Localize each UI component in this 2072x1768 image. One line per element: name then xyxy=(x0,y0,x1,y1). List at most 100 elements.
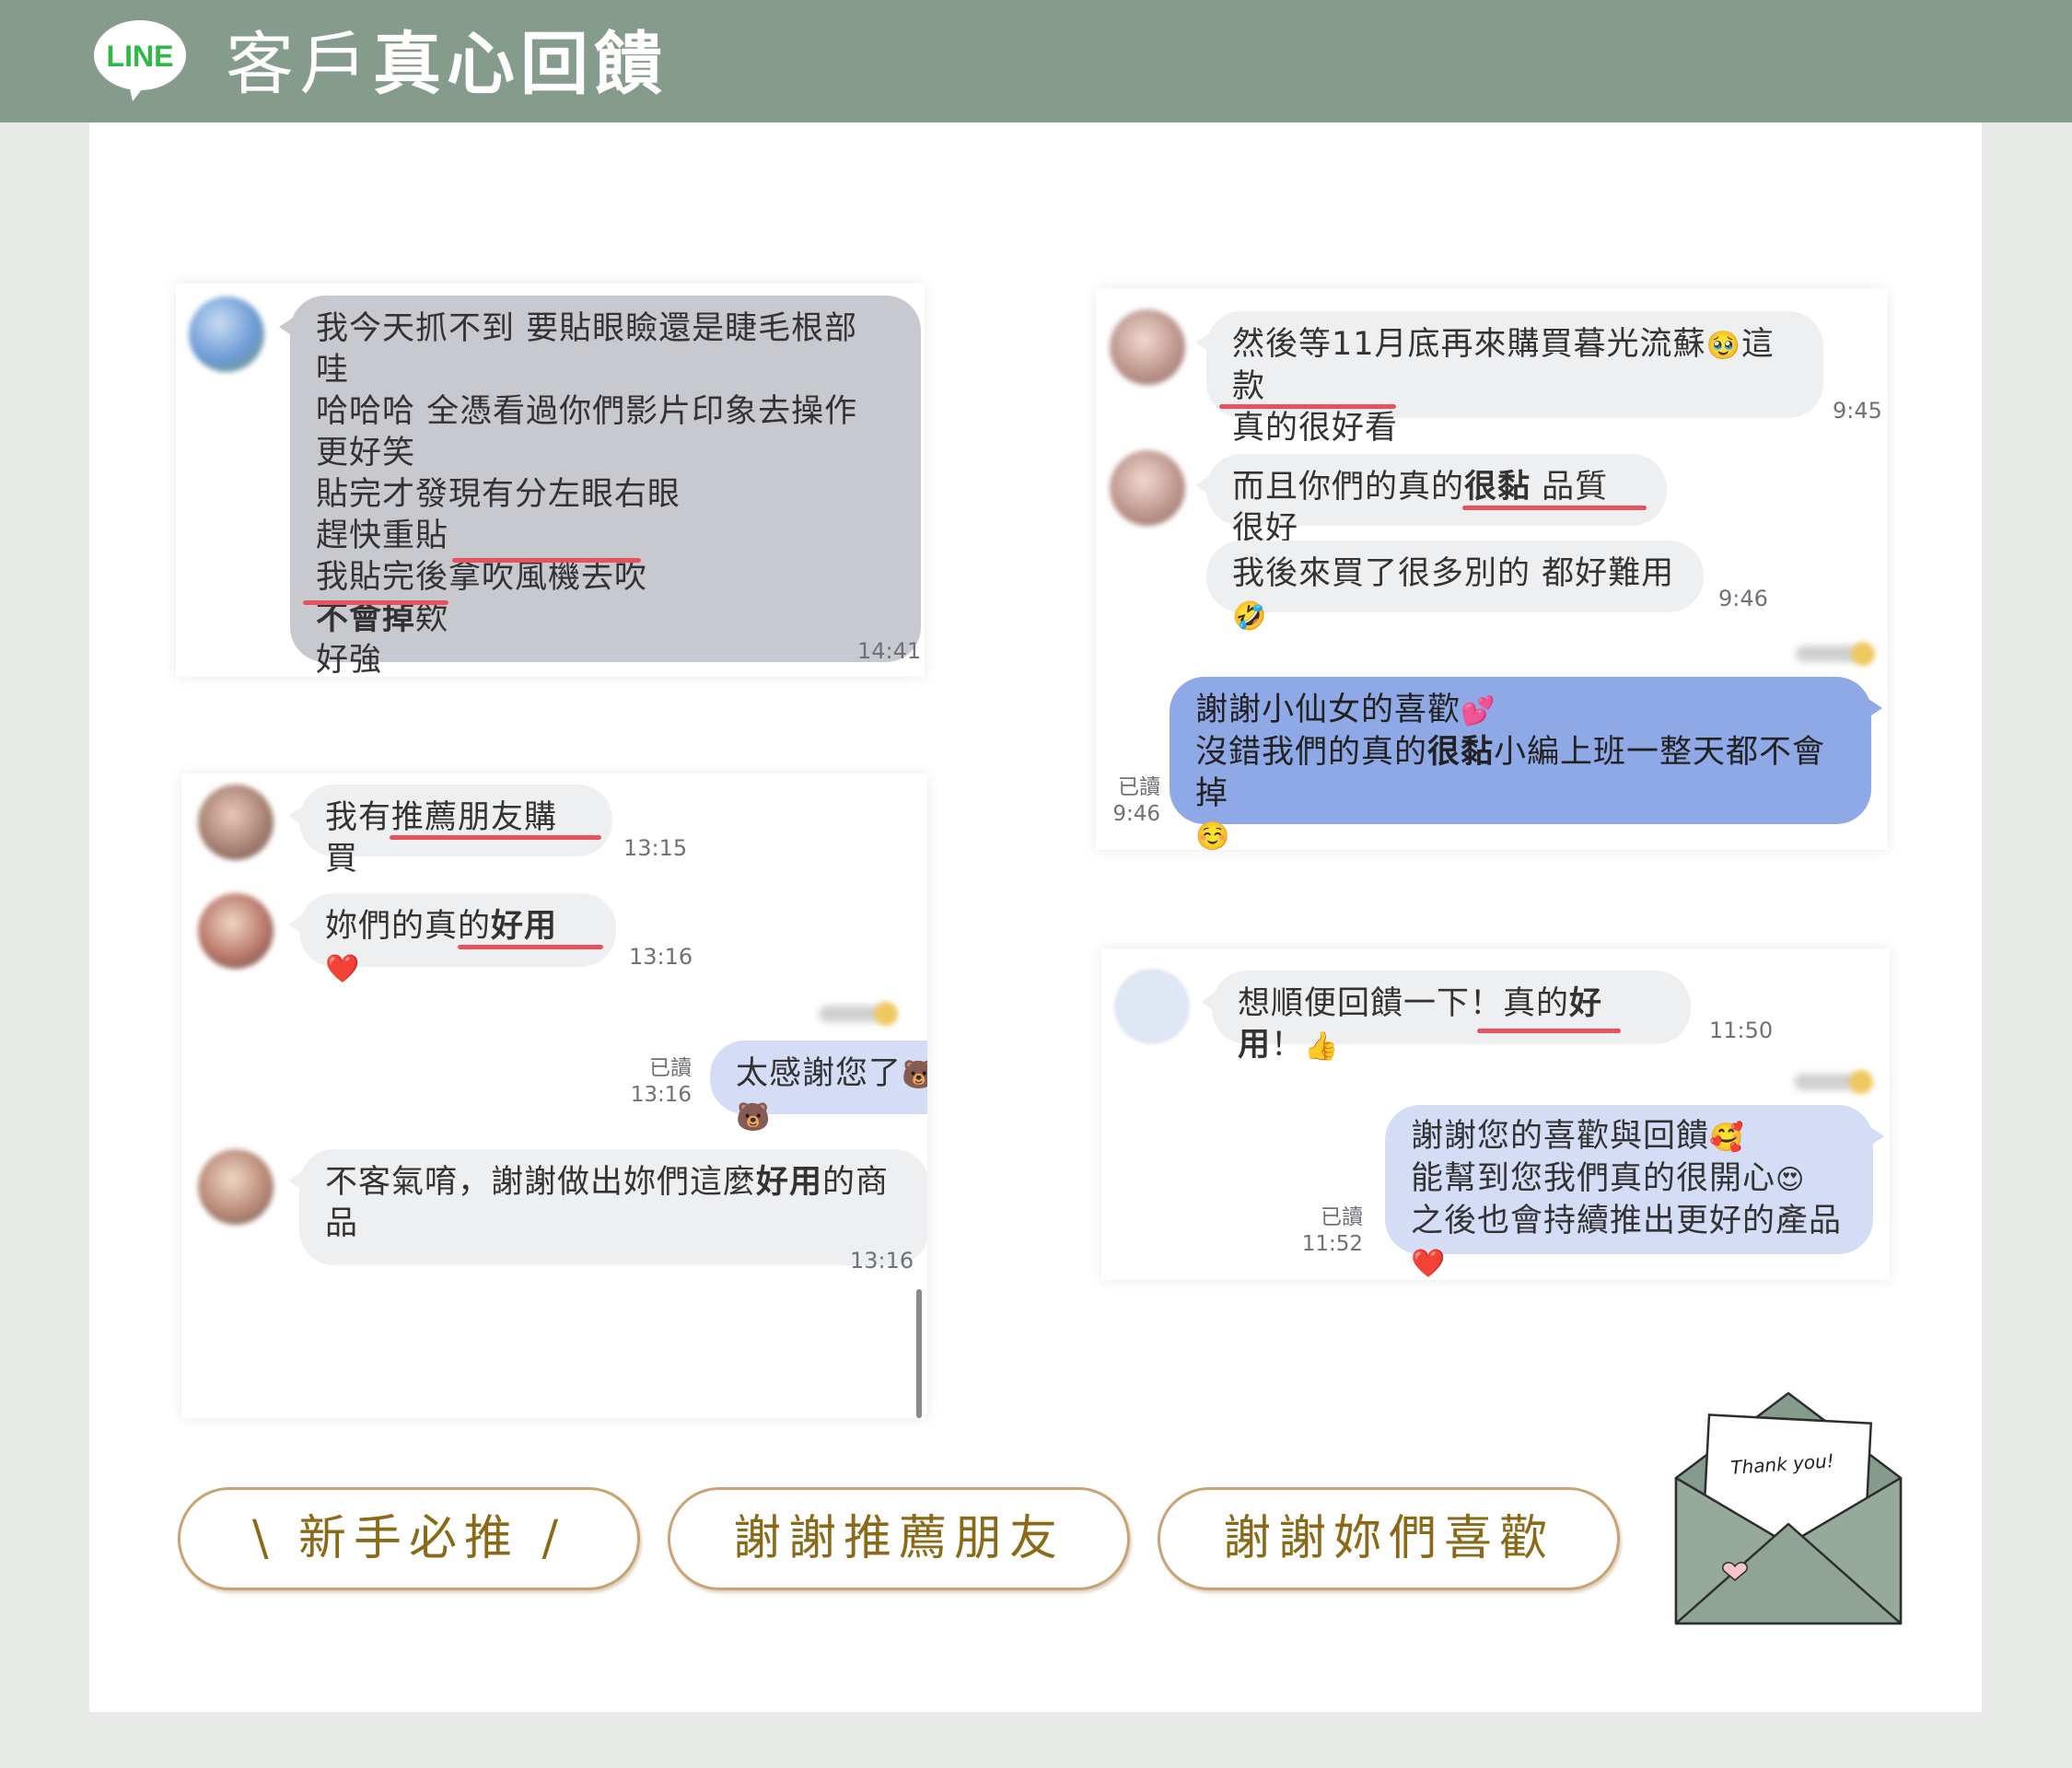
chat-text: 更好笑 xyxy=(316,435,416,471)
read-time: 9:46 xyxy=(1112,802,1160,826)
chat-bubble-mine: 謝謝小仙女的喜歡💕 沒錯我們的真的很黏小編上班一整天都不會掉 ☺️ xyxy=(1170,677,1882,850)
chat-text: 哈哈哈 全憑看過你們影片印象去操作 xyxy=(316,393,858,430)
tag-button-thanks-referral[interactable]: 謝謝推薦朋友 xyxy=(668,1487,1130,1590)
laughing-face-icon: 🤣 xyxy=(1232,600,1268,633)
chat-text: 趕快重貼 xyxy=(316,518,449,554)
chat-bubble: 然後等11月底再來購買暮光流蘇🥹這款 真的很好看 xyxy=(1195,311,1823,447)
message-time: 9:45 xyxy=(1833,398,1882,424)
read-time: 11:52 xyxy=(1301,1232,1363,1256)
chat-bubble: 我後來買了很多別的 都好難用 🤣 xyxy=(1206,541,1704,633)
message-time: 9:46 xyxy=(1718,586,1768,611)
read-time: 13:16 xyxy=(630,1083,692,1107)
chat-text: 不客氣唷，謝謝做出妳們這麼 xyxy=(325,1164,757,1201)
chat-text: 我後來買了很多別的 都好難用 xyxy=(1232,555,1675,592)
page-title: 客戶真心回饋 xyxy=(226,20,668,109)
read-receipt: 已讀 13:16 xyxy=(587,1055,692,1109)
chat-text: 好強 xyxy=(316,642,383,677)
chat-bubble: 我今天抓不到 要貼眼瞼還是睫毛根部 哇 哈哈哈 全憑看過你們影片印象去操作 更好… xyxy=(279,296,921,677)
chat-text: ！ xyxy=(1271,1027,1305,1064)
chat-text: 沒錯我們的真的 xyxy=(1195,734,1428,771)
message-time: 11:50 xyxy=(1709,1018,1774,1043)
chat-bubble-mine: 謝謝您的喜歡與回饋🥰 能幫到您我們真的很開心😍 之後也會持續推出更好的產品 ❤️ xyxy=(1385,1105,1884,1280)
read-label: 已讀 xyxy=(649,1056,692,1080)
tag-button-beginner-recommend[interactable]: \ 新手必推 / xyxy=(178,1487,640,1590)
chat-bubble: 我有推薦朋友購買 xyxy=(288,785,612,878)
message-time: 13:16 xyxy=(629,944,693,970)
message-time: 13:16 xyxy=(850,1248,914,1274)
chat-bubble: 不客氣唷，謝謝做出妳們這麼好用的商 品 xyxy=(288,1149,927,1265)
line-logo-text: LINE xyxy=(107,40,174,73)
chat-text: 謝謝小仙女的喜歡 xyxy=(1195,692,1461,728)
chat-bubble: 而且你們的真的很黏 品質很好 xyxy=(1195,454,1667,547)
chat-card-2: 然後等11月底再來購買暮光流蘇🥹這款 真的很好看 9:45 而且你們的真的很黏 … xyxy=(1096,288,1888,850)
customer-avatar xyxy=(189,297,264,372)
chat-text: 品 xyxy=(325,1205,359,1242)
chat-text: 謝謝您的喜歡與回饋 xyxy=(1411,1118,1710,1155)
read-receipt: 已讀 11:52 xyxy=(1267,1204,1363,1258)
smiling-face-icon: ☺️ xyxy=(1195,820,1231,850)
highlight-underline xyxy=(452,558,641,563)
tag-button-thanks-love[interactable]: 謝謝妳們喜歡 xyxy=(1158,1487,1620,1590)
chat-text-highlight: 真的 xyxy=(1503,985,1570,1022)
highlight-underline xyxy=(390,835,601,840)
highlight-underline xyxy=(1477,1029,1621,1033)
chat-text: 欸 xyxy=(415,600,449,637)
page-title-bold: 真心回饋 xyxy=(373,25,668,104)
chat-text-bold: 不會掉 xyxy=(316,600,416,637)
highlight-underline xyxy=(303,600,448,605)
chat-text: 想順便回饋一下！ xyxy=(1238,985,1504,1022)
sender-emoji-blurred-icon xyxy=(874,1002,898,1026)
customer-avatar xyxy=(198,1149,274,1225)
two-hearts-icon: 💕 xyxy=(1461,695,1496,727)
chat-text: 太感謝您了 xyxy=(736,1055,902,1092)
chat-text-highlight: 拿吹風機去吹 xyxy=(448,559,648,596)
red-heart-icon: ❤️ xyxy=(325,953,361,985)
message-time: 13:15 xyxy=(623,835,688,861)
message-time: 14:41 xyxy=(857,638,922,664)
chat-card-4: 想順便回饋一下！真的好用！👍 11:50 已讀 11:52 謝謝您的喜歡與回饋🥰… xyxy=(1101,948,1890,1280)
highlight-underline xyxy=(1462,506,1647,510)
chat-text-highlight: 真的很好看 xyxy=(1232,410,1399,447)
chat-text-bold: 好用 xyxy=(491,908,558,945)
chat-card-3: 我有推薦朋友購買 13:15 妳們的真的好用❤️ 13:16 已讀 13:16 … xyxy=(181,774,927,1418)
header-bar: LINE 客戶真心回饋 xyxy=(0,0,2072,122)
chat-text: 妳們的真的 xyxy=(325,908,492,945)
chat-text: 然後等11月底再來購買暮光流蘇 xyxy=(1232,326,1706,363)
sender-emoji-blurred-icon xyxy=(1851,642,1875,666)
customer-avatar xyxy=(198,893,274,969)
smiling-hearts-face-icon: 🥰 xyxy=(1709,1122,1745,1154)
highlight-underline xyxy=(1219,404,1396,409)
chat-text-bold: 很黏 xyxy=(1427,734,1495,771)
chat-bubble-mine: 太感謝您了🐻🐻 xyxy=(710,1041,927,1134)
red-heart-icon: ❤️ xyxy=(1411,1248,1447,1280)
chat-bubble: 妳們的真的好用 ❤️ xyxy=(288,893,616,985)
thumbs-up-icon: 👍 xyxy=(1304,1030,1340,1063)
sender-emoji-blurred-icon xyxy=(1849,1070,1873,1094)
read-label: 已讀 xyxy=(1321,1205,1363,1229)
customer-avatar xyxy=(1114,969,1190,1044)
chat-text: 我今天抓不到 要貼眼瞼還是睫毛根部 哇 xyxy=(316,310,858,389)
chat-text: 能幫到您我們真的很開心 xyxy=(1411,1160,1776,1197)
chat-text: 我貼完後 xyxy=(316,559,449,596)
read-label: 已讀 xyxy=(1118,775,1160,799)
chat-text-highlight: 真的 xyxy=(1398,469,1465,506)
customer-avatar xyxy=(198,785,274,860)
chat-text: 我有 xyxy=(325,799,392,836)
highlight-underline xyxy=(458,945,603,949)
customer-avatar xyxy=(1110,309,1185,385)
chat-card-1: 我今天抓不到 要貼眼瞼還是睫毛根部 哇 哈哈哈 全憑看過你們影片印象去操作 更好… xyxy=(176,284,925,677)
heart-eyes-face-icon: 😍 xyxy=(1775,1164,1806,1196)
read-receipt: 已讀 9:46 xyxy=(1105,774,1160,828)
chat-text: 而且你們的 xyxy=(1232,469,1399,506)
chat-scrollbar[interactable] xyxy=(916,1289,922,1418)
pleading-face-icon: 🥹 xyxy=(1705,330,1741,362)
chat-text-bold: 很黏 xyxy=(1464,469,1531,506)
chat-bubble: 想順便回饋一下！真的好用！👍 xyxy=(1201,971,1691,1064)
customer-avatar xyxy=(1110,450,1185,526)
chat-text-bold: 好用 xyxy=(756,1164,823,1201)
line-logo-icon: LINE xyxy=(94,20,186,101)
chat-text: 貼完才發現有分左眼右眼 xyxy=(316,476,681,513)
chat-text: 的商 xyxy=(822,1164,890,1201)
chat-text: 之後也會持續推出更好的產品 xyxy=(1411,1203,1843,1239)
page-title-light: 客戶 xyxy=(226,25,373,104)
